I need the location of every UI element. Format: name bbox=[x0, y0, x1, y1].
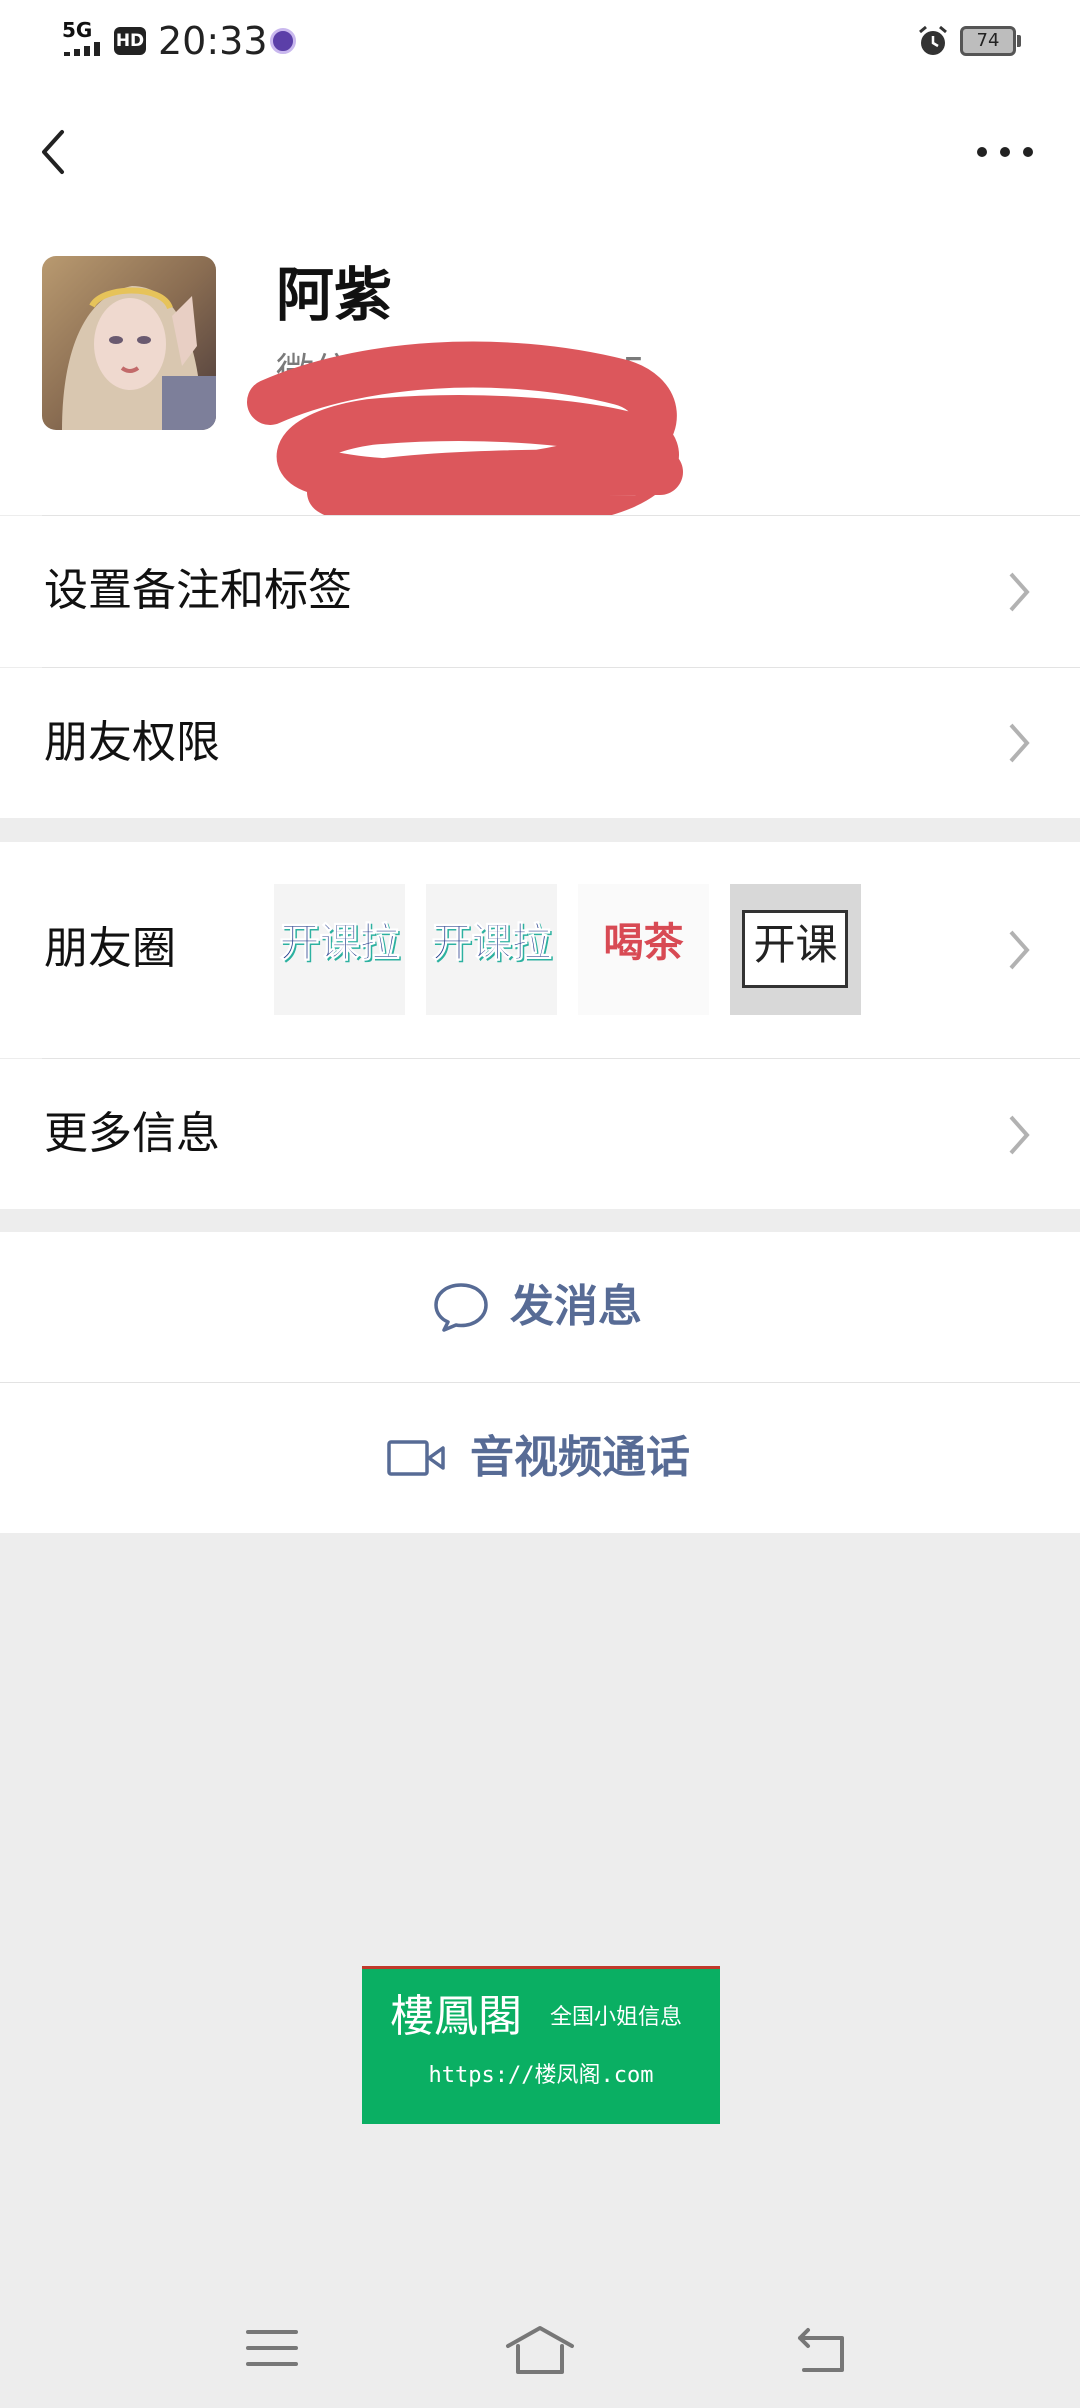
moments-row[interactable]: 朋友圈 开课拉 开课拉 喝茶 开课 bbox=[0, 842, 1080, 1058]
status-bar: 5G HD 20:33 74 bbox=[0, 0, 1080, 82]
top-nav-bar bbox=[0, 82, 1080, 222]
chat-bubble-icon bbox=[434, 1283, 488, 1332]
battery-tip bbox=[1017, 35, 1021, 47]
hd-badge: HD bbox=[114, 27, 146, 55]
video-camera-icon bbox=[387, 1440, 445, 1476]
avatar-image bbox=[42, 256, 216, 430]
more-options-icon[interactable] bbox=[970, 137, 1040, 167]
network-type: 5G bbox=[62, 18, 93, 42]
more-info-label: 更多信息 bbox=[44, 1108, 220, 1159]
chevron-right-icon bbox=[1009, 572, 1030, 612]
thumbnail-text: 开课 bbox=[753, 920, 838, 969]
send-message-content: 发消息 bbox=[432, 1232, 642, 1382]
more-info-row[interactable]: 更多信息 bbox=[0, 1059, 1080, 1209]
back-arrow-icon[interactable] bbox=[34, 122, 74, 182]
ad-subtitle: 全国小姐信息 bbox=[550, 2005, 683, 2030]
thumbnail-text: 喝茶 bbox=[603, 920, 684, 966]
chevron-right-icon bbox=[1009, 930, 1030, 970]
moments-thumbnail[interactable]: 喝茶 bbox=[578, 884, 709, 1015]
moments-thumbnail[interactable]: 开课拉 bbox=[274, 884, 405, 1015]
app-notification-icon bbox=[270, 28, 296, 54]
ad-banner[interactable]: 樓鳳閣 全国小姐信息 https://楼凤阁.com bbox=[362, 1966, 720, 2124]
av-call-button[interactable]: 音视频通话 bbox=[0, 1383, 1080, 1533]
remark-and-tags-label: 设置备注和标签 bbox=[44, 565, 352, 616]
ad-title: 樓鳳閣 bbox=[390, 1991, 522, 2042]
remark-and-tags-row[interactable]: 设置备注和标签 bbox=[0, 516, 1080, 667]
moments-thumbnail[interactable]: 开课拉 bbox=[426, 884, 557, 1015]
status-time: 20:33 bbox=[158, 19, 268, 63]
send-message-button[interactable]: 发消息 bbox=[0, 1232, 1080, 1382]
avatar[interactable] bbox=[42, 256, 216, 430]
signal-icon bbox=[64, 42, 100, 56]
back-nav-icon[interactable] bbox=[794, 2324, 852, 2376]
thumbnail-text: 开课拉 bbox=[431, 920, 552, 967]
chevron-right-icon bbox=[1009, 723, 1030, 763]
system-navigation-bar bbox=[0, 2300, 1080, 2408]
ad-url: https://楼凤阁.com bbox=[428, 2063, 654, 2088]
thumbnail-text: 开课拉 bbox=[279, 920, 400, 967]
alarm-icon bbox=[919, 25, 947, 55]
section-gap bbox=[0, 818, 1080, 842]
menu-icon[interactable] bbox=[244, 2324, 300, 2372]
av-call-content: 音视频通话 bbox=[386, 1383, 690, 1533]
section-gap bbox=[0, 1209, 1080, 1232]
friend-permissions-label: 朋友权限 bbox=[44, 717, 220, 768]
send-message-label: 发消息 bbox=[510, 1281, 642, 1332]
profile-card: 阿紫 微信 5 bbox=[0, 222, 1080, 522]
av-call-label: 音视频通话 bbox=[470, 1432, 690, 1483]
moments-label: 朋友圈 bbox=[44, 923, 176, 974]
home-icon[interactable] bbox=[504, 2324, 576, 2376]
battery-level: 74 bbox=[960, 26, 1016, 56]
nickname: 阿紫 bbox=[276, 261, 393, 329]
chevron-right-icon bbox=[1009, 1115, 1030, 1155]
friend-permissions-row[interactable]: 朋友权限 bbox=[0, 668, 1080, 818]
moments-thumbnail[interactable]: 开课 bbox=[730, 884, 861, 1015]
redaction-scribble bbox=[247, 341, 683, 522]
